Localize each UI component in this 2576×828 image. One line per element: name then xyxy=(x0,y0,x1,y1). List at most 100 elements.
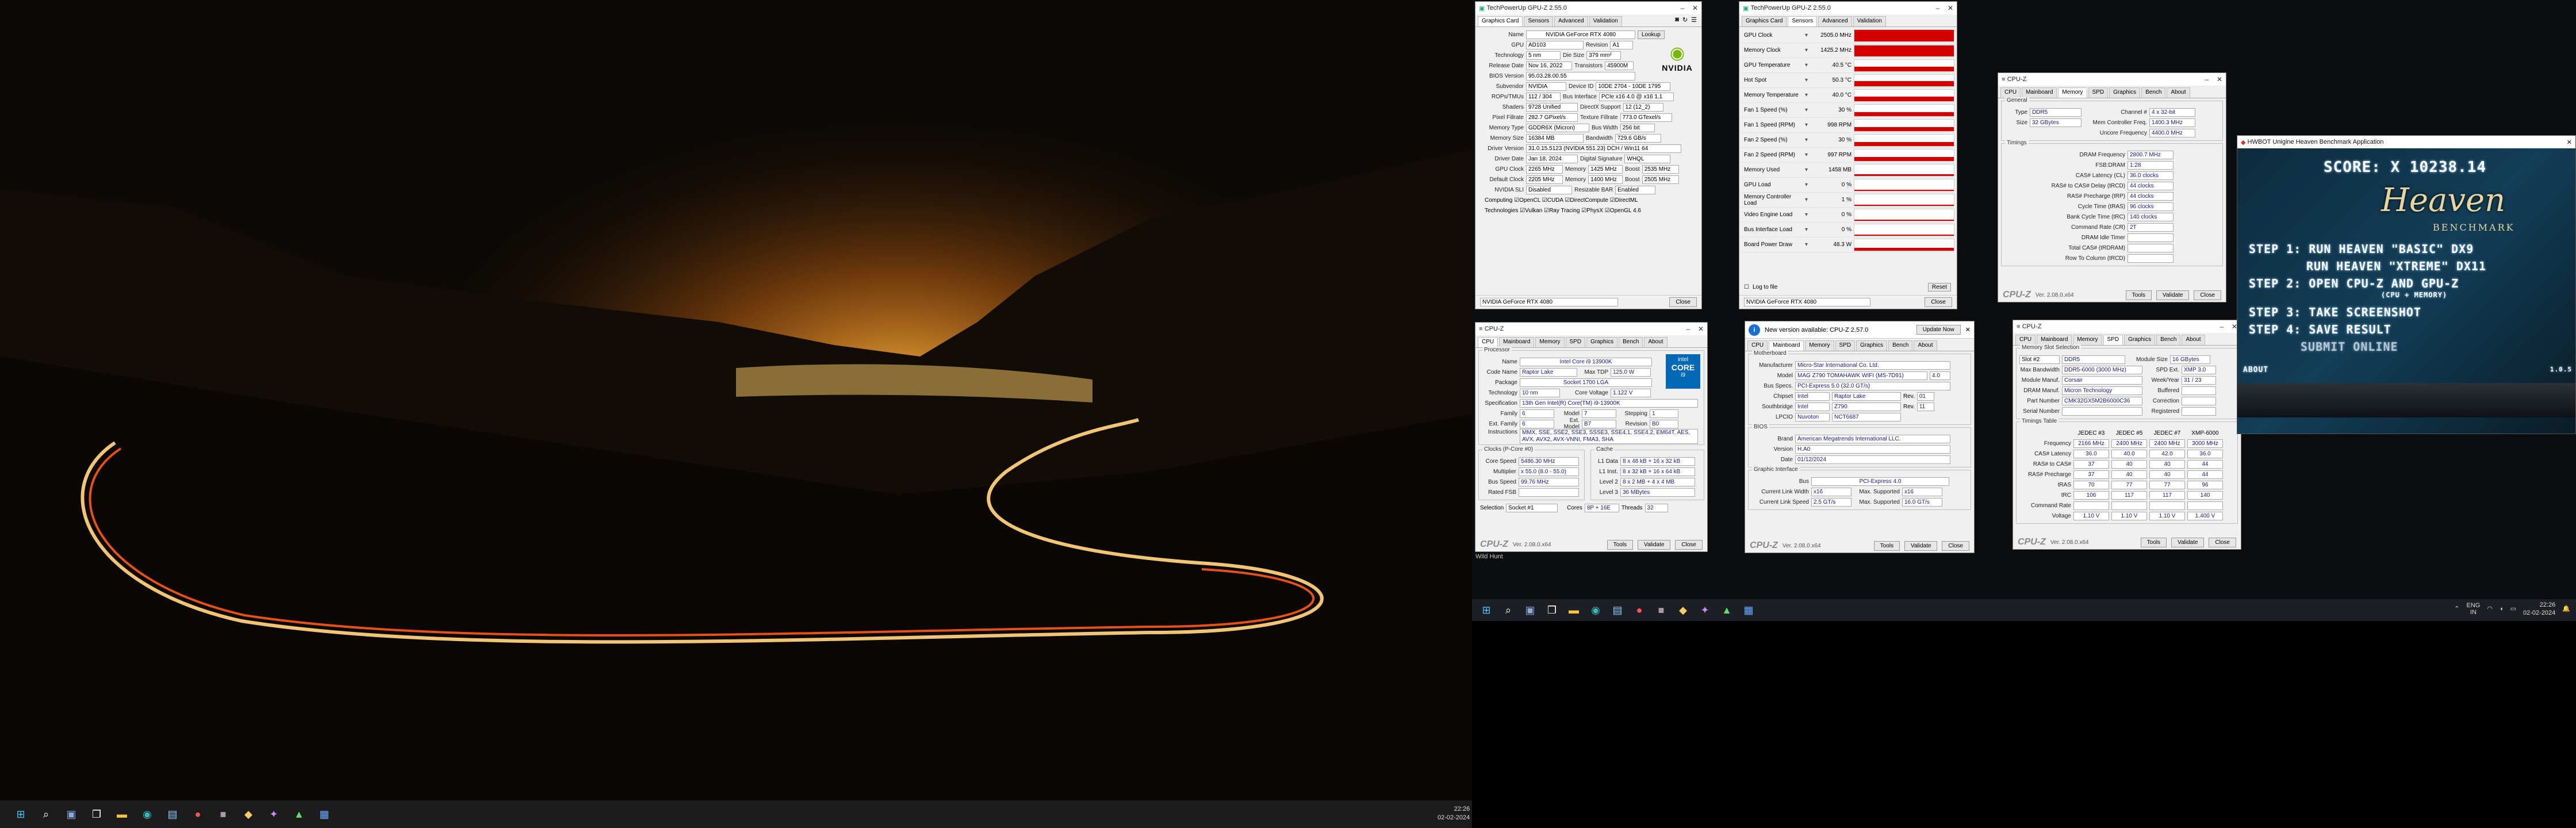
close-icon[interactable]: ✕ xyxy=(2213,75,2226,83)
tab-bench[interactable]: Bench xyxy=(1619,337,1643,347)
computing-checkboxes[interactable]: Computing ☑OpenCL ☑CUDA ☑DirectCompute ☑… xyxy=(1479,195,1698,205)
technologies-checkboxes[interactable]: Technologies ☑Vulkan ☑Ray Tracing ☑PhysX… xyxy=(1479,205,1698,216)
tab-memory[interactable]: Memory xyxy=(2073,335,2102,345)
gpu-select-dropdown[interactable]: NVIDIA GeForce RTX 4080 xyxy=(1480,298,1618,306)
battery-icon[interactable]: ▭ xyxy=(2510,604,2516,614)
validate-button[interactable]: Validate xyxy=(1638,539,1671,550)
windows-start-icon[interactable]: ⊞ xyxy=(1478,602,1494,618)
chevron-up-icon[interactable]: ⌃ xyxy=(2454,604,2459,614)
tab-graphics-card[interactable]: Graphics Card xyxy=(1478,16,1523,26)
tab-about[interactable]: About xyxy=(1644,337,1667,347)
minimize-icon[interactable]: – xyxy=(1682,325,1695,333)
tab-graphics-card[interactable]: Graphics Card xyxy=(1742,16,1787,26)
close-icon[interactable]: ✕ xyxy=(2567,139,2572,146)
tab-mainboard[interactable]: Mainboard xyxy=(1769,340,1804,351)
wifi-icon[interactable]: ◠ xyxy=(2487,604,2493,614)
app4-icon[interactable]: ▲ xyxy=(289,804,309,824)
validate-button[interactable]: Validate xyxy=(2156,290,2190,300)
validate-button[interactable]: Validate xyxy=(1904,540,1938,551)
close-icon[interactable]: ✕ xyxy=(1944,4,1957,12)
cpuz-taskbar-icon[interactable]: ■ xyxy=(1653,602,1669,618)
tab-spd[interactable]: SPD xyxy=(2088,87,2109,98)
app3-icon[interactable]: ✦ xyxy=(264,804,283,824)
socket-select[interactable]: Socket #1 xyxy=(1506,503,1558,512)
cpuz-taskbar-icon[interactable]: ■ xyxy=(213,804,233,824)
gpuz-taskbar-icon[interactable]: ▣ xyxy=(62,804,81,824)
minimize-icon[interactable]: – xyxy=(1676,4,1689,12)
task-view-icon[interactable]: ❐ xyxy=(87,804,106,824)
close-icon[interactable]: ✕ xyxy=(1965,326,1971,334)
gpu-select-dropdown[interactable]: NVIDIA GeForce RTX 4080 xyxy=(1744,298,1870,306)
minimize-icon[interactable]: – xyxy=(1931,4,1944,12)
submit-online-line[interactable]: SUBMIT ONLINE xyxy=(2301,340,2398,354)
tab-graphics[interactable]: Graphics xyxy=(2124,335,2156,345)
clock-monitor-2[interactable]: 22:26 02-02-2024 xyxy=(2523,601,2555,617)
minimize-icon[interactable]: – xyxy=(2201,75,2213,83)
search-icon[interactable]: ⌕ xyxy=(36,804,56,824)
app5-icon[interactable]: ▦ xyxy=(1741,602,1757,618)
update-now-button[interactable]: Update Now xyxy=(1916,325,1961,335)
tab-cpu[interactable]: CPU xyxy=(2015,335,2036,345)
tab-bench[interactable]: Bench xyxy=(2141,87,2166,98)
gpuz-taskbar-icon[interactable]: ▣ xyxy=(1522,602,1538,618)
store-icon[interactable]: ▤ xyxy=(163,804,182,824)
tab-spd[interactable]: SPD xyxy=(1835,340,1856,351)
file-explorer-icon[interactable]: ▬ xyxy=(112,804,132,824)
speaker-icon[interactable]: ◖ xyxy=(2500,604,2504,614)
tab-graphics[interactable]: Graphics xyxy=(1856,340,1888,351)
tab-graphics[interactable]: Graphics xyxy=(1586,337,1618,347)
tab-about[interactable]: About xyxy=(2182,335,2205,345)
tab-memory[interactable]: Memory xyxy=(1535,337,1565,347)
tools-button[interactable]: Tools xyxy=(1873,540,1900,551)
lookup-button[interactable]: Lookup xyxy=(1638,30,1665,39)
log-checkbox[interactable]: ☐ xyxy=(1744,284,1749,290)
close-icon[interactable]: ✕ xyxy=(1689,4,1701,12)
tab-cpu[interactable]: CPU xyxy=(2000,87,2021,98)
app2-icon[interactable]: ◆ xyxy=(239,804,258,824)
windows-start-icon[interactable]: ⊞ xyxy=(11,804,30,824)
tab-memory[interactable]: Memory xyxy=(1805,340,1834,351)
close-button[interactable]: Close xyxy=(1675,539,1703,550)
menu-icon[interactable]: ☰ xyxy=(1691,16,1697,26)
tab-about[interactable]: About xyxy=(2167,87,2190,98)
close-button[interactable]: Close xyxy=(1669,297,1697,307)
app4-icon[interactable]: ▲ xyxy=(1719,602,1735,618)
tab-mainboard[interactable]: Mainboard xyxy=(2022,87,2057,98)
tab-bench[interactable]: Bench xyxy=(1888,340,1913,351)
validate-button[interactable]: Validate xyxy=(2171,537,2205,547)
notification-bell-icon[interactable]: 🔔 xyxy=(2562,604,2570,614)
close-button[interactable]: Close xyxy=(2194,290,2221,300)
tools-button[interactable]: Tools xyxy=(2140,537,2167,547)
task-view-icon[interactable]: ❐ xyxy=(1544,602,1560,618)
edge-icon[interactable]: ◉ xyxy=(137,804,157,824)
tab-advanced[interactable]: Advanced xyxy=(1554,16,1588,26)
desktop-icon-label[interactable]: Wild Hunt xyxy=(1475,553,1503,560)
close-button[interactable]: Close xyxy=(2209,537,2236,547)
tab-mainboard[interactable]: Mainboard xyxy=(1499,337,1535,347)
app-icon[interactable]: ● xyxy=(188,804,208,824)
tab-cpu[interactable]: CPU xyxy=(1747,340,1768,351)
close-button[interactable]: Close xyxy=(1925,297,1952,307)
tab-mainboard[interactable]: Mainboard xyxy=(2037,335,2072,345)
tab-advanced[interactable]: Advanced xyxy=(1818,16,1852,26)
slot-select[interactable]: Slot #2 xyxy=(2019,355,2060,364)
tools-button[interactable]: Tools xyxy=(1607,539,1634,550)
app2-icon[interactable]: ◆ xyxy=(1675,602,1691,618)
tab-sensors[interactable]: Sensors xyxy=(1788,16,1818,26)
edge-icon[interactable]: ◉ xyxy=(1588,602,1604,618)
tab-spd[interactable]: SPD xyxy=(2103,335,2123,345)
reset-button[interactable]: Reset xyxy=(1927,283,1951,292)
tab-about[interactable]: About xyxy=(1914,340,1937,351)
tab-validation[interactable]: Validation xyxy=(1589,16,1622,26)
about-link[interactable]: ABOUT xyxy=(2243,366,2268,374)
tab-bench[interactable]: Bench xyxy=(2156,335,2181,345)
tab-cpu[interactable]: CPU xyxy=(1478,337,1498,347)
file-explorer-icon[interactable]: ▬ xyxy=(1566,602,1582,618)
close-button[interactable]: Close xyxy=(1942,540,1969,551)
app3-icon[interactable]: ✦ xyxy=(1697,602,1713,618)
tab-spd[interactable]: SPD xyxy=(1565,337,1586,347)
app-icon[interactable]: ● xyxy=(1631,602,1647,618)
tab-memory[interactable]: Memory xyxy=(2058,87,2087,98)
tab-validation[interactable]: Validation xyxy=(1853,16,1886,26)
tab-sensors[interactable]: Sensors xyxy=(1524,16,1554,26)
